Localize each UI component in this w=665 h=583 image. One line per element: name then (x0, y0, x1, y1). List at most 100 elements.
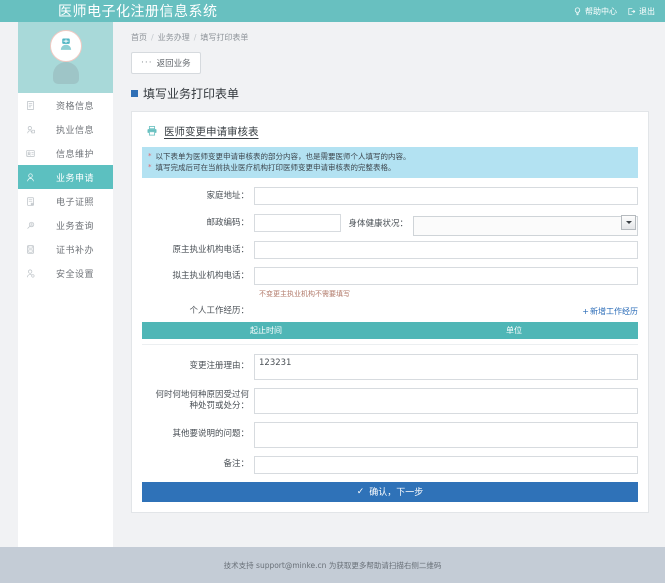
info-box: * 以下表单为医师变更申请审核表的部分内容，也是需要医师个人填写的内容。 * 填… (142, 147, 638, 178)
person-icon (18, 172, 42, 183)
form-row-postal-health: 邮政编码： 身体健康状况： (142, 213, 638, 233)
app-title: 医师电子化注册信息系统 (58, 1, 218, 21)
sidebar-item-label: 安全设置 (42, 267, 94, 280)
form-card: 医师变更申请审核表 * 以下表单为医师变更申请审核表的部分内容，也是需要医师个人… (131, 111, 649, 513)
form-row-punishment: 何时何地何种原因受过何 种处罚或处分： (142, 388, 638, 414)
punishment-label: 何时何地何种原因受过何 种处罚或处分： (142, 390, 254, 412)
printer-icon (146, 122, 158, 141)
add-work-experience-link[interactable]: + 新增工作经历 (582, 306, 638, 317)
other-issues-label: 其他要说明的问题： (142, 429, 254, 440)
sidebar-item-label: 执业信息 (42, 123, 94, 136)
breadcrumb-separator: / (151, 33, 154, 42)
breadcrumb-separator: / (194, 33, 197, 42)
sidebar-item-business-application[interactable]: 业务申请 (18, 165, 113, 189)
remarks-label: 备注： (142, 459, 254, 470)
breadcrumb-item-business[interactable]: 业务办理 (158, 32, 190, 43)
breadcrumb-item-current: 填写打印表单 (200, 32, 248, 43)
plus-icon: + (582, 307, 589, 316)
column-header-organization: 单位 (390, 322, 638, 339)
main-content: 首页 / 业务办理 / 填写打印表单 ··· 返回业务 填写业务打印表单 (113, 22, 665, 547)
confirm-next-button[interactable]: ✓ 确认，下一步 (142, 482, 638, 502)
avatar-shadow (53, 62, 79, 84)
health-status-select[interactable] (413, 216, 638, 236)
logout-button[interactable]: 退出 (627, 6, 655, 17)
id-card-icon (18, 148, 42, 159)
work-experience-table-body (142, 339, 638, 344)
save-certificate-icon (18, 244, 42, 255)
sidebar-item-info-maintenance[interactable]: 信息维护 (18, 141, 113, 165)
document-icon (18, 100, 42, 111)
punishment-textarea[interactable] (254, 388, 638, 414)
sidebar-item-qualification[interactable]: 资格信息 (18, 93, 113, 117)
punishment-label-line2: 种处罚或处分： (189, 401, 249, 411)
health-status-label: 身体健康状况： (341, 217, 413, 229)
work-experience-table-head: 起止时间 单位 (142, 322, 638, 339)
page-footer: 技术支持 support@minke.cn 为获取更多帮助请扫描右侧二维码 (0, 547, 665, 583)
form-row-old-org-phone: 原主执业机构电话： (142, 241, 638, 259)
exit-icon (627, 7, 636, 16)
app-header: 医师电子化注册信息系统 帮助中心 退出 (0, 0, 665, 22)
add-work-experience-label: 新增工作经历 (590, 306, 638, 317)
asterisk-icon: * (148, 151, 152, 162)
postal-code-input[interactable] (254, 214, 341, 232)
new-org-phone-hint: 不变更主执业机构不需要填写 (259, 289, 638, 299)
back-button-label: 返回业务 (157, 57, 191, 69)
column-header-period: 起止时间 (142, 322, 390, 339)
sidebar-item-label: 电子证照 (42, 195, 94, 208)
table-row (142, 339, 638, 344)
app-root: 医师电子化注册信息系统 帮助中心 退出 (0, 0, 665, 583)
sidebar-item-security-settings[interactable]: 安全设置 (18, 261, 113, 285)
sidebar-item-label: 业务申请 (42, 171, 94, 184)
form-row-other-issues: 其他要说明的问题： (142, 422, 638, 448)
sidebar-item-practice[interactable]: 执业信息 (18, 117, 113, 141)
home-address-label: 家庭地址： (142, 191, 254, 202)
sidebar-item-label: 资格信息 (42, 99, 94, 112)
info-line: * 填写完成后可在当前执业医疗机构打印医师变更申请审核表的完整表格。 (148, 162, 632, 173)
info-line-text: 填写完成后可在当前执业医疗机构打印医师变更申请审核表的完整表格。 (156, 162, 396, 173)
work-experience-table: 起止时间 单位 (142, 322, 638, 345)
doctor-avatar-icon (56, 36, 76, 56)
table-header-row: 起止时间 单位 (142, 322, 638, 339)
sidebar-item-label: 证书补办 (42, 243, 94, 256)
new-org-phone-input[interactable] (254, 267, 638, 285)
page-body: 资格信息 执业信息 信息维护 (0, 22, 665, 547)
sidebar-item-business-query[interactable]: 业务查询 (18, 213, 113, 237)
postal-code-label: 邮政编码： (142, 218, 254, 229)
home-address-input[interactable] (254, 187, 638, 205)
breadcrumb: 首页 / 业务办理 / 填写打印表单 (123, 30, 647, 43)
lock-person-icon (18, 124, 42, 135)
help-center-button[interactable]: 帮助中心 (573, 6, 617, 17)
square-bullet-icon (131, 90, 138, 97)
form-row-change-reason: 变更注册理由： (142, 354, 638, 380)
avatar[interactable] (50, 30, 82, 62)
health-status-select-wrap (413, 213, 638, 233)
search-person-icon (18, 220, 42, 231)
punishment-label-line1: 何时何地何种原因受过何 (155, 390, 249, 400)
change-reason-textarea[interactable] (254, 354, 638, 380)
sidebar: 资格信息 执业信息 信息维护 (18, 22, 113, 547)
page-title-text: 填写业务打印表单 (143, 85, 239, 102)
certificate-icon (18, 196, 42, 207)
check-icon: ✓ (357, 487, 365, 497)
footer-text: 技术支持 support@minke.cn 为获取更多帮助请扫描右侧二维码 (224, 560, 442, 571)
old-org-phone-label: 原主执业机构电话： (142, 245, 254, 256)
sidebar-item-label: 信息维护 (42, 147, 94, 160)
info-line: * 以下表单为医师变更申请审核表的部分内容，也是需要医师个人填写的内容。 (148, 151, 632, 162)
form-row-home-address: 家庭地址： (142, 187, 638, 205)
remarks-input[interactable] (254, 456, 638, 474)
info-line-text: 以下表单为医师变更申请审核表的部分内容，也是需要医师个人填写的内容。 (156, 151, 411, 162)
sidebar-item-e-certificate[interactable]: 电子证照 (18, 189, 113, 213)
confirm-next-label: 确认，下一步 (369, 485, 423, 498)
other-issues-textarea[interactable] (254, 422, 638, 448)
header-actions: 帮助中心 退出 (573, 6, 655, 17)
change-reason-label: 变更注册理由： (142, 361, 254, 372)
back-to-business-button[interactable]: ··· 返回业务 (131, 52, 201, 74)
breadcrumb-item-home[interactable]: 首页 (131, 32, 147, 43)
sidebar-nav: 资格信息 执业信息 信息维护 (18, 93, 113, 285)
lightbulb-icon (573, 7, 582, 16)
card-title: 医师变更申请审核表 (164, 124, 259, 139)
help-center-label: 帮助中心 (585, 6, 617, 17)
card-header: 医师变更申请审核表 (142, 120, 638, 147)
old-org-phone-input[interactable] (254, 241, 638, 259)
sidebar-item-certificate-reissue[interactable]: 证书补办 (18, 237, 113, 261)
